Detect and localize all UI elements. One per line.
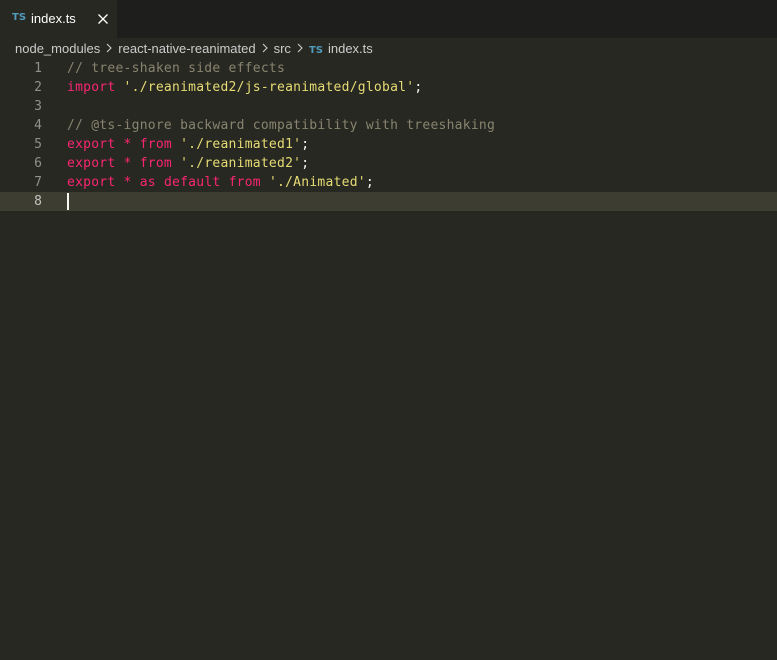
breadcrumb-item-node-modules[interactable]: node_modules xyxy=(15,41,100,56)
code-line[interactable]: 1 // tree-shaken side effects xyxy=(0,59,777,78)
code-line[interactable]: 7 export * as default from './Animated'; xyxy=(0,173,777,192)
breadcrumb-item-file[interactable]: TS index.ts xyxy=(309,41,373,56)
token-punct xyxy=(261,175,269,190)
token-comment: // @ts-ignore backward compatibility wit… xyxy=(67,118,496,133)
code-line[interactable]: 8 xyxy=(0,192,777,211)
token-punct xyxy=(132,175,140,190)
breadcrumb-file-label: index.ts xyxy=(327,40,373,56)
token-keyword: export xyxy=(67,156,116,171)
token-punct xyxy=(115,156,123,171)
tab-label: index.ts xyxy=(31,11,76,26)
token-keyword: export xyxy=(67,137,116,152)
token-keyword: from xyxy=(139,156,173,171)
token-string: './Animated' xyxy=(268,175,366,190)
typescript-file-icon: TS xyxy=(12,12,27,23)
tab-bar: TS index.ts xyxy=(0,0,777,38)
token-keyword: from xyxy=(139,137,173,152)
token-punct xyxy=(132,156,140,171)
line-number: 4 xyxy=(34,118,42,133)
token-keyword: import xyxy=(67,80,116,95)
line-text: import './reanimated2/js-reanimated/glob… xyxy=(67,78,422,97)
token-string: './reanimated1' xyxy=(180,137,302,152)
breadcrumb: node_modules react-native-reanimated src… xyxy=(0,38,777,58)
token-punct xyxy=(172,156,180,171)
token-keyword: from xyxy=(228,175,261,190)
token-punct: ; xyxy=(301,156,310,171)
code-editor: TS index.ts node_modules react-native-re… xyxy=(0,0,777,660)
line-text: export * as default from './Animated'; xyxy=(67,173,374,192)
token-keyword: export xyxy=(67,175,116,190)
token-punct xyxy=(115,137,123,152)
token-punct xyxy=(132,137,140,152)
close-icon[interactable] xyxy=(96,12,110,26)
chevron-right-icon xyxy=(259,42,271,54)
token-punct: ; xyxy=(365,175,374,190)
token-comment: // tree-shaken side effects xyxy=(67,61,286,76)
token-keyword: * xyxy=(123,137,132,152)
line-number: 1 xyxy=(34,61,42,76)
line-number: 6 xyxy=(34,156,42,171)
line-text: // @ts-ignore backward compatibility wit… xyxy=(67,116,495,135)
token-punct: ; xyxy=(414,80,423,95)
line-number: 2 xyxy=(34,80,42,95)
typescript-file-icon: TS xyxy=(308,44,323,56)
token-keyword: * xyxy=(123,156,132,171)
line-text: // tree-shaken side effects xyxy=(67,59,285,78)
line-text: export * from './reanimated1'; xyxy=(67,135,309,154)
token-punct xyxy=(115,175,123,190)
token-keyword: as xyxy=(139,175,156,190)
token-punct xyxy=(156,175,164,190)
line-text: export * from './reanimated2'; xyxy=(67,154,309,173)
line-number: 7 xyxy=(34,175,42,190)
line-number: 3 xyxy=(34,99,42,114)
token-keyword: * xyxy=(123,175,132,190)
code-area[interactable]: 1 // tree-shaken side effects 2 import './r… xyxy=(0,59,777,660)
token-punct xyxy=(172,137,180,152)
code-line[interactable]: 6 export * from './reanimated2'; xyxy=(0,154,777,173)
token-string: './reanimated2/js-reanimated/global' xyxy=(123,80,415,95)
token-punct xyxy=(115,80,123,95)
chevron-right-icon xyxy=(103,42,115,54)
line-number: 5 xyxy=(34,137,42,152)
token-punct: ; xyxy=(301,137,310,152)
token-keyword: default xyxy=(163,175,221,190)
line-number: 8 xyxy=(34,194,42,209)
code-line[interactable]: 2 import './reanimated2/js-reanimated/glo… xyxy=(0,78,777,97)
text-cursor xyxy=(67,193,69,210)
breadcrumb-item-src[interactable]: src xyxy=(274,41,291,56)
tab-index-ts[interactable]: TS index.ts xyxy=(0,0,117,38)
token-punct xyxy=(220,175,228,190)
code-line[interactable]: 3 xyxy=(0,97,777,116)
code-line[interactable]: 4 // @ts-ignore backward compatibility wi… xyxy=(0,116,777,135)
token-string: './reanimated2' xyxy=(180,156,302,171)
breadcrumb-item-react-native-reanimated[interactable]: react-native-reanimated xyxy=(118,41,255,56)
code-line[interactable]: 5 export * from './reanimated1'; xyxy=(0,135,777,154)
chevron-right-icon xyxy=(294,42,306,54)
